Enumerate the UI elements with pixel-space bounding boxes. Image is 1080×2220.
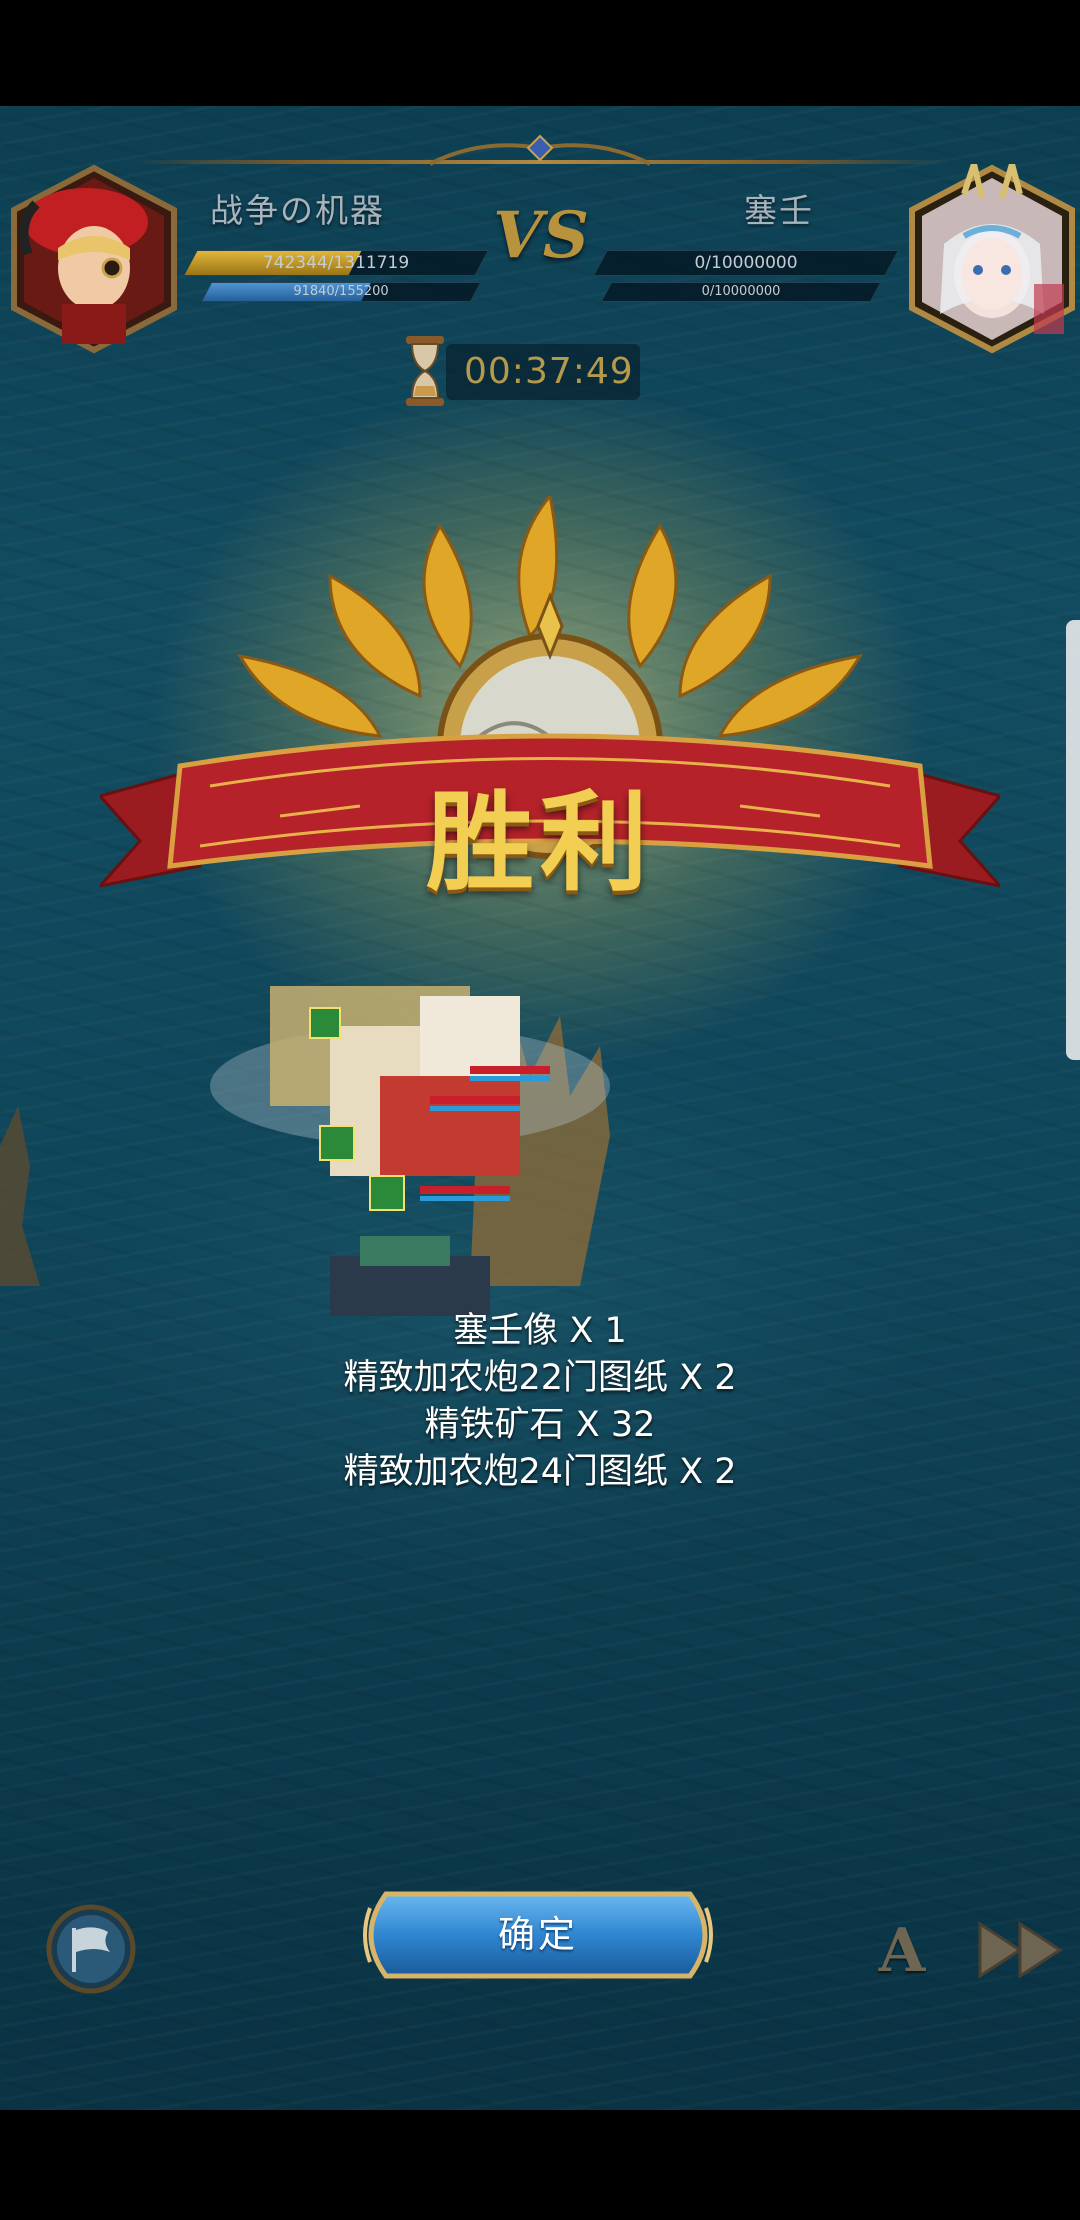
reward-item: 精铁矿石 X 32 bbox=[424, 1405, 656, 1445]
battle-scene: 战争の机器 塞壬 742344/1311719 91840/155200 VS … bbox=[0, 106, 1080, 2110]
auto-battle-button[interactable]: A bbox=[874, 1916, 930, 1986]
side-panel-handle[interactable] bbox=[1066, 620, 1080, 1060]
player-hp-bar: 742344/1311719 bbox=[183, 250, 489, 276]
hud-ornament bbox=[429, 134, 651, 166]
victory-title: 胜利 bbox=[425, 780, 654, 906]
player-sub-bar: 91840/155200 bbox=[200, 282, 482, 302]
player-portrait[interactable] bbox=[6, 164, 182, 354]
enemy-sub-bar: 0/10000000 bbox=[600, 282, 882, 302]
enemy-portrait[interactable] bbox=[904, 164, 1080, 354]
player-name: 战争の机器 bbox=[210, 191, 385, 230]
reward-item: 精致加农炮24门图纸 X 2 bbox=[343, 1452, 737, 1492]
enemy-hp-bar: 0/10000000 bbox=[593, 250, 899, 276]
rock-decoration bbox=[0, 1106, 40, 1286]
player-hp-text: 742344/1311719 bbox=[262, 253, 410, 273]
enemy-hp-text: 0/10000000 bbox=[694, 253, 798, 273]
enemy-sub-text: 0/10000000 bbox=[701, 284, 781, 299]
reward-list: 塞壬像 X 1 精致加农炮22门图纸 X 2 精铁矿石 X 32 精致加农炮24… bbox=[0, 1308, 1080, 1496]
flag-icon bbox=[76, 1927, 110, 1952]
player-sub-text: 91840/155200 bbox=[293, 284, 389, 299]
enemy-name: 塞壬 bbox=[744, 191, 814, 230]
reward-item: 塞壬像 X 1 bbox=[453, 1311, 627, 1351]
confirm-label: 确定 bbox=[498, 1913, 578, 1956]
flag-button[interactable] bbox=[46, 1904, 136, 1994]
battle-timer: 00:37:49 bbox=[464, 351, 634, 392]
fast-forward-icon[interactable] bbox=[976, 1920, 1066, 1980]
reward-item: 精致加农炮22门图纸 X 2 bbox=[343, 1358, 737, 1398]
vs-label: VS bbox=[493, 198, 589, 273]
confirm-button[interactable]: 确定 bbox=[356, 1888, 720, 1982]
hourglass-icon bbox=[406, 336, 444, 406]
